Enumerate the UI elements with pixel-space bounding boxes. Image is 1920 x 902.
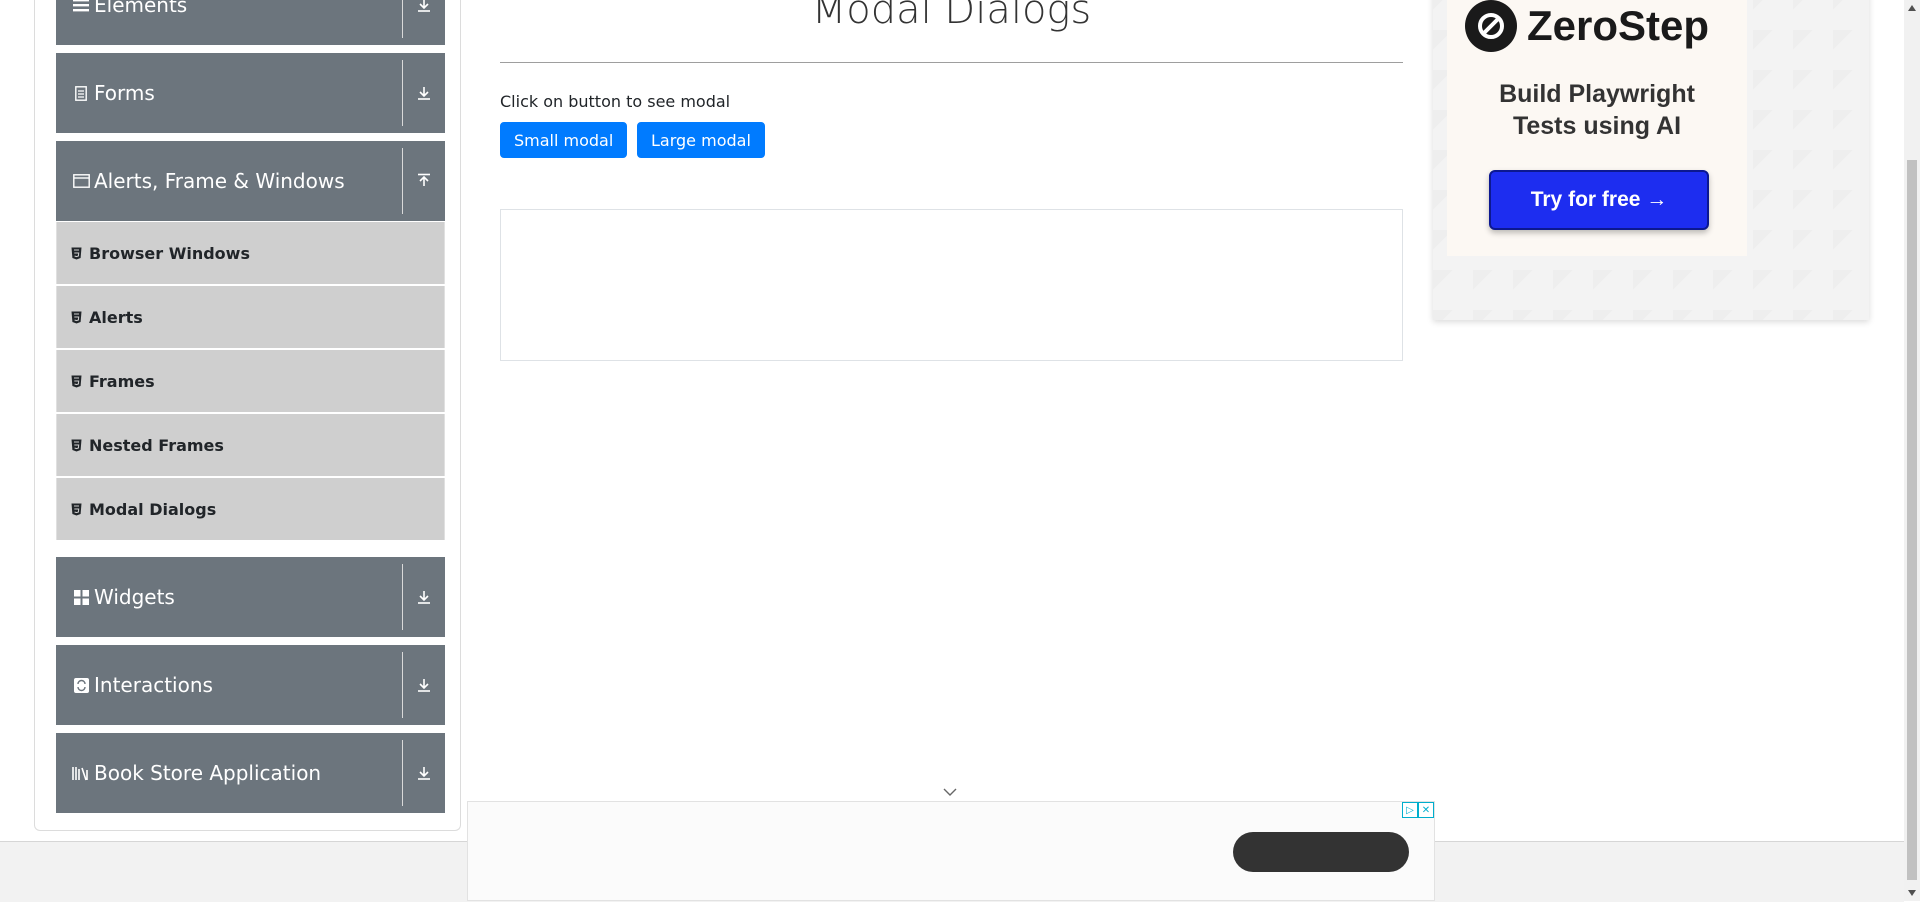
sidebar-group-forms[interactable]: Forms — [56, 53, 445, 133]
sidebar-group-label: Interactions — [94, 673, 213, 697]
download-icon[interactable] — [411, 557, 437, 637]
chevron-down-icon[interactable] — [942, 786, 958, 798]
sidebar-group-label: Alerts, Frame & Windows — [94, 169, 345, 193]
scrollbar-thumb[interactable] — [1907, 160, 1917, 880]
zerostep-logo: ZeroStep — [1465, 0, 1709, 52]
sidebar-item-label: Modal Dialogs — [89, 499, 217, 519]
sidebar-item-label: Browser Windows — [89, 243, 250, 263]
grid-icon — [72, 588, 90, 606]
sidebar-group-widgets[interactable]: Widgets — [56, 557, 445, 637]
title-divider — [500, 62, 1403, 63]
sidebar-group-interactions[interactable]: Interactions — [56, 645, 445, 725]
close-icon[interactable]: ✕ — [1418, 802, 1434, 818]
sidebar-submenu: Browser Windows Alerts Frames Nested Fra… — [56, 222, 445, 542]
divider — [402, 60, 403, 126]
ad-banner[interactable]: ZeroStep Build Playwright Tests using AI… — [1433, 0, 1869, 320]
sidebar-item-label: Nested Frames — [89, 435, 224, 455]
sidebar-item-label: Frames — [89, 371, 155, 391]
sidebar-group-label: Widgets — [94, 585, 175, 609]
sidebar-item-label: Alerts — [89, 307, 143, 327]
adchoices-icon[interactable]: ▷ — [1402, 802, 1418, 818]
page-title: Modal Dialogs — [811, 0, 1092, 33]
hamburger-icon — [72, 0, 90, 14]
sidebar-item-nested-frames[interactable]: Nested Frames — [56, 414, 445, 476]
instruction-text: Click on button to see modal — [500, 92, 731, 111]
small-modal-button[interactable]: Small modal — [500, 122, 628, 158]
divider — [402, 148, 403, 214]
sidebar-group-label: Forms — [94, 81, 155, 105]
html5-icon — [71, 438, 83, 452]
bottom-ad-banner[interactable]: ▷ ✕ — [467, 801, 1435, 901]
html5-icon — [71, 374, 83, 388]
scroll-down-icon[interactable] — [1904, 885, 1920, 901]
upload-icon[interactable] — [411, 141, 437, 221]
sidebar-group-elements[interactable]: Elements — [56, 0, 445, 45]
download-icon[interactable] — [411, 645, 437, 725]
content-area — [500, 209, 1403, 361]
ad-brand: ZeroStep — [1527, 2, 1710, 49]
divider — [402, 564, 403, 630]
html5-icon — [71, 310, 83, 324]
sidebar-item-browser-windows[interactable]: Browser Windows — [56, 222, 445, 284]
sidebar-group-label: Elements — [94, 0, 188, 17]
html5-icon — [71, 246, 83, 260]
divider — [402, 652, 403, 718]
sidebar-group-alerts-frame-windows[interactable]: Alerts, Frame & Windows — [56, 141, 445, 221]
ad-content: ZeroStep Build Playwright Tests using AI… — [1447, 0, 1747, 256]
ad-headline: Build Playwright Tests using AI — [1447, 78, 1747, 142]
ad-button[interactable] — [1233, 832, 1409, 872]
sidebar-item-frames[interactable]: Frames — [56, 350, 445, 412]
download-icon[interactable] — [411, 0, 437, 45]
download-icon[interactable] — [411, 733, 437, 813]
sidebar-item-modal-dialogs[interactable]: Modal Dialogs — [56, 478, 445, 540]
adchoices[interactable]: ▷ ✕ — [1402, 802, 1434, 818]
divider — [402, 0, 403, 38]
window-icon — [72, 172, 90, 190]
html5-icon — [71, 502, 83, 516]
zerostep-logo-icon — [1465, 0, 1517, 52]
books-icon — [72, 764, 90, 782]
sidebar-group-label: Book Store Application — [94, 761, 322, 785]
download-icon[interactable] — [411, 53, 437, 133]
ad-headline-line: Build Playwright — [1499, 80, 1695, 108]
large-modal-button[interactable]: Large modal — [637, 122, 765, 158]
refresh-icon — [72, 676, 90, 694]
scrollbar[interactable] — [1904, 0, 1920, 901]
document-icon — [72, 84, 90, 102]
divider — [402, 740, 403, 806]
ad-cta-button[interactable]: Try for free → — [1489, 170, 1709, 230]
sidebar-group-book-store[interactable]: Book Store Application — [56, 733, 445, 813]
scroll-up-icon[interactable] — [1904, 0, 1920, 16]
sidebar-item-alerts[interactable]: Alerts — [56, 286, 445, 348]
ad-headline-line: Tests using AI — [1512, 112, 1682, 140]
